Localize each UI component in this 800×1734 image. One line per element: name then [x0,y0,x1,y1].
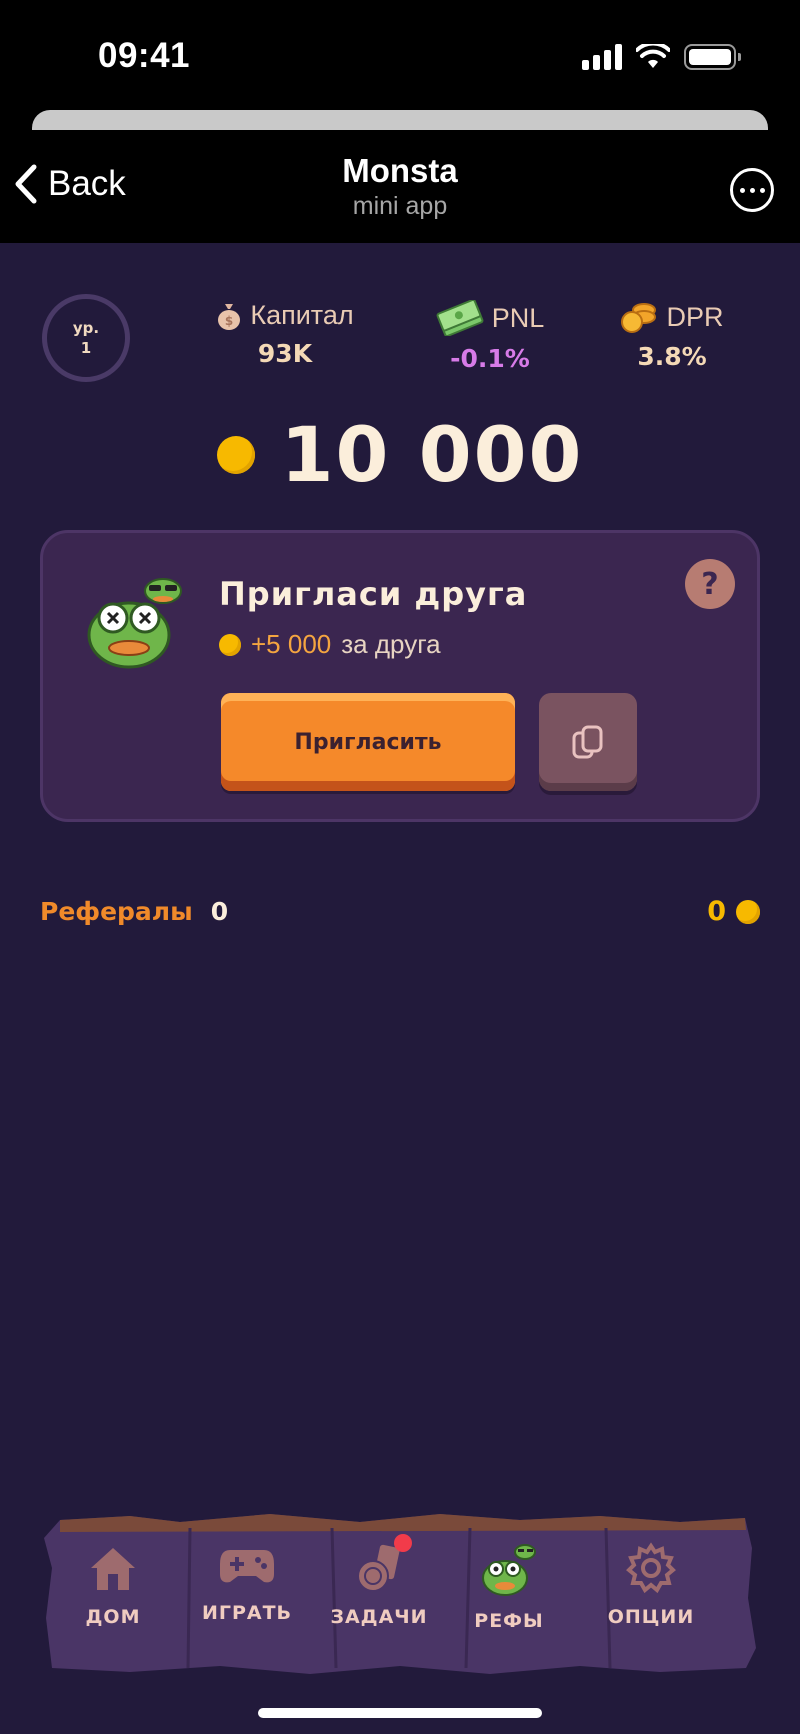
coin-icon [219,633,241,656]
app-header: Back Monsta mini app [0,108,800,243]
gamepad-icon [220,1550,274,1583]
stat-dpr-value: 3.8% [637,342,707,371]
invite-button[interactable]: Пригласить [221,693,515,791]
more-dot-icon [739,187,745,193]
sheet-grabber[interactable] [32,110,768,130]
battery-icon [684,44,741,70]
cellular-signal-icon [582,44,622,70]
invite-reward-amount: +5 000 [251,629,332,659]
nav-item-label: ИГРАТЬ [201,1602,293,1624]
coin-icon [216,435,255,474]
nav-item-label: ДОМ [85,1606,141,1628]
app-title: Monsta mini app [0,152,800,221]
frog-avatar-icon [87,578,182,669]
stat-pnl-label: PNL [491,302,545,333]
bottom-nav: ДОМ ИГРАТЬ ЗАДАЧИ РЕФЫ ОПЦИИ [40,1508,760,1676]
stat-capital: $ Капитал 93K [200,300,370,368]
stat-pnl: PNL -0.1% [430,300,550,373]
coins-stack-icon [621,303,657,333]
notification-badge [394,1534,412,1552]
nav-item-options[interactable]: ОПЦИИ [586,1542,716,1662]
status-icons [582,44,741,70]
stat-dpr-label: DPR [666,301,724,332]
nav-item-home[interactable]: ДОМ [48,1542,178,1662]
frog-icon [482,1544,536,1596]
invite-title: Пригласи друга [219,575,528,613]
stat-dpr: DPR 3.8% [612,300,732,371]
more-options-button[interactable] [730,168,774,212]
home-indicator[interactable] [258,1708,542,1718]
copy-link-button[interactable] [539,693,637,791]
status-bar: 09:41 [0,0,800,108]
level-indicator[interactable]: ур. 1 [42,294,130,382]
nav-item-label: ЗАДАЧИ [330,1606,428,1628]
copy-icon [572,725,603,759]
stat-capital-label: Капитал [250,300,354,330]
balance-value: 10 000 [280,410,584,499]
invite-card: Пригласи друга +5 000 за друга ? Приглас… [40,530,760,822]
app-subtitle: mini app [352,192,448,220]
level-prefix: ур. [72,319,100,337]
invite-reward-suffix: за друга [341,629,441,659]
svg-text:$: $ [225,314,233,328]
stat-pnl-value: -0.1% [450,344,530,373]
status-time: 09:41 [98,36,191,75]
nav-item-label: ОПЦИИ [607,1606,695,1628]
referrals-label: Рефералы [40,897,193,926]
referrals-earned: 0 [707,896,726,927]
referrals-row: Рефералы 0 0 [40,896,760,927]
stat-capital-value: 93K [257,339,313,368]
wifi-icon [636,44,670,68]
level-value: 1 [80,339,92,357]
home-icon [91,1548,135,1590]
nav-item-referrals[interactable]: РЕФЫ [444,1542,574,1662]
app-name: Monsta [342,152,458,189]
money-bag-icon: $ [218,303,241,330]
nav-item-label: РЕФЫ [474,1610,544,1632]
nav-item-play[interactable]: ИГРАТЬ [182,1542,312,1662]
gear-icon [626,1542,676,1594]
cash-stack-icon [436,300,484,336]
referrals-count: 0 [210,897,229,926]
coin-icon [736,899,760,924]
invite-reward: +5 000 за друга [219,629,441,660]
help-button[interactable]: ? [685,559,735,609]
balance: 10 000 [0,410,800,499]
nav-item-tasks[interactable]: ЗАДАЧИ [314,1534,444,1662]
